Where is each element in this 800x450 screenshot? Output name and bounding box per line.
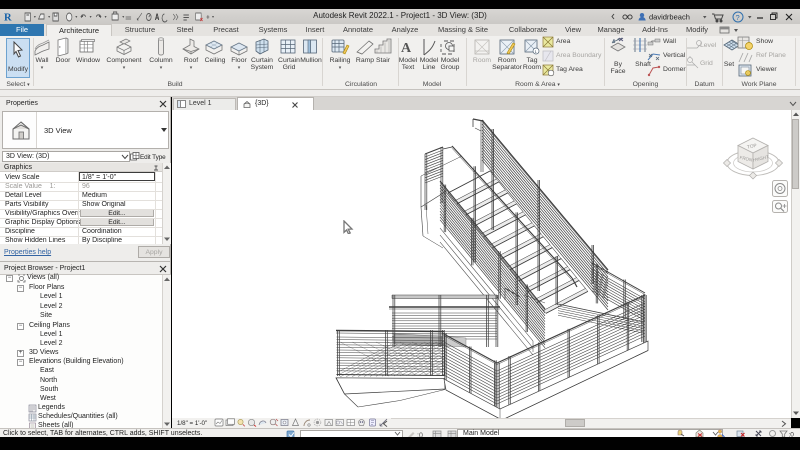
svg-text:A: A — [401, 41, 412, 56]
svg-text:davidrbeach: davidrbeach — [649, 13, 690, 22]
svg-text:?: ? — [736, 13, 740, 22]
svg-text:R: R — [4, 13, 12, 24]
svg-text:A: A — [155, 12, 160, 23]
